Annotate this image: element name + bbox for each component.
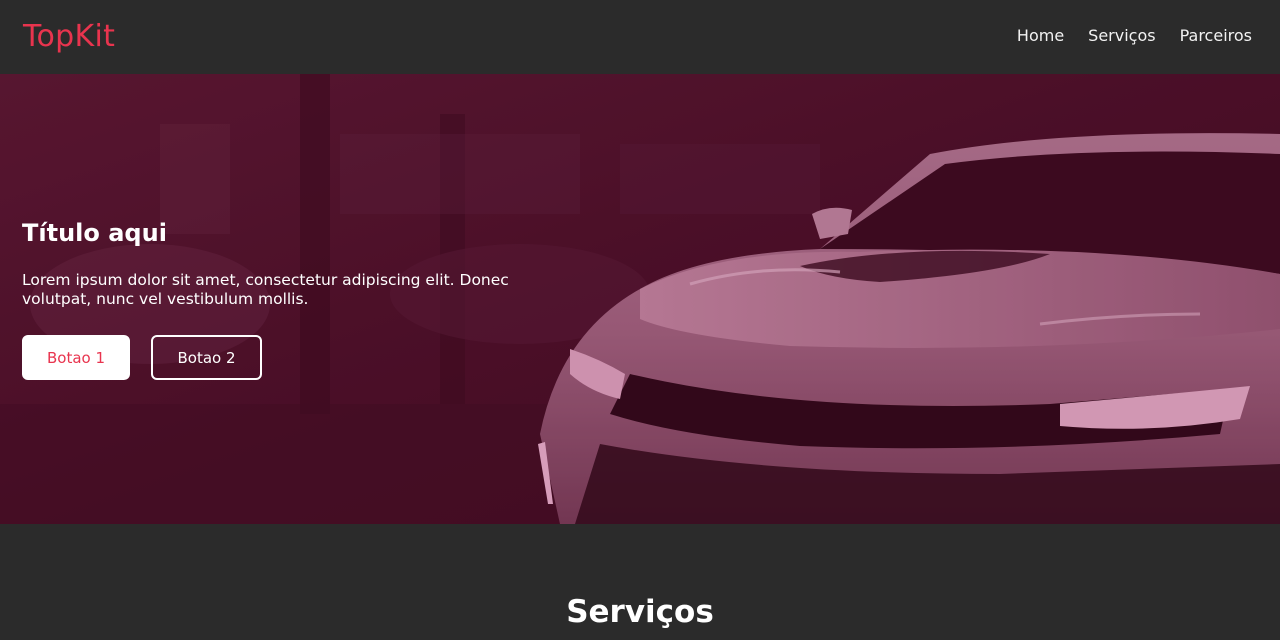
hero-content: Título aqui Lorem ipsum dolor sit amet, … [22,219,562,309]
nav-item-home[interactable]: Home [1017,26,1064,45]
main-nav: Home Serviços Parceiros [1017,26,1252,45]
nav-item-servicos[interactable]: Serviços [1088,26,1155,45]
hero-title: Título aqui [22,219,167,247]
services-title: Serviços [566,594,714,630]
navbar: TopKit Home Serviços Parceiros [0,0,1280,74]
brand-logo[interactable]: TopKit [23,19,115,54]
hero-text: Lorem ipsum dolor sit amet, consectetur … [22,271,509,308]
services-section: Serviços [0,524,1280,640]
hero-button-2[interactable]: Botao 2 [151,335,262,380]
nav-item-parceiros[interactable]: Parceiros [1180,26,1252,45]
hero-section: Título aqui Lorem ipsum dolor sit amet, … [0,74,1280,524]
hero-button-1[interactable]: Botao 1 [22,335,130,380]
